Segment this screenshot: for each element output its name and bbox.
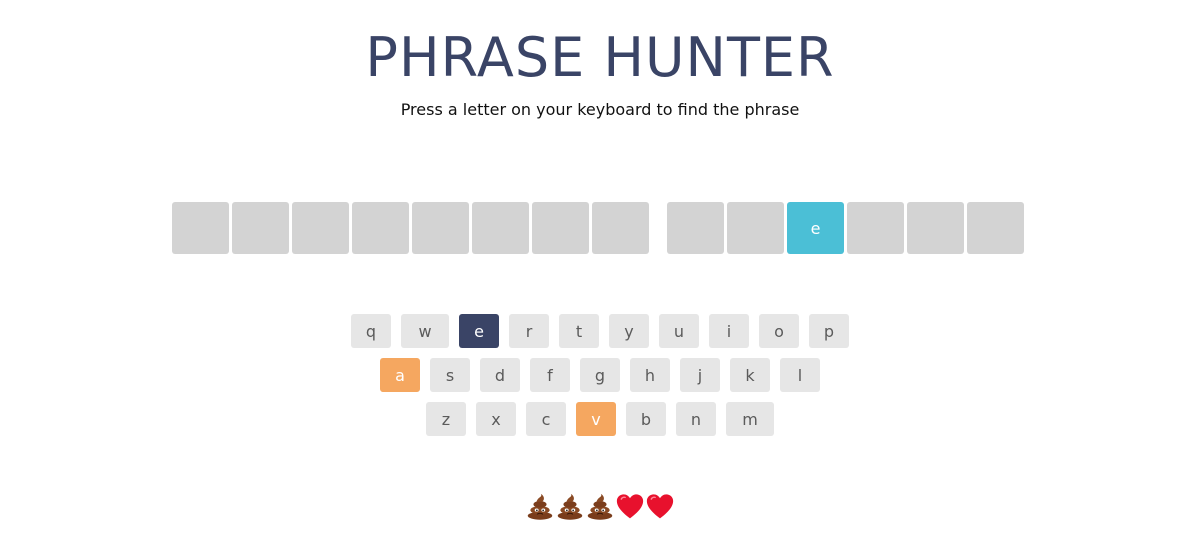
key-o[interactable]: o xyxy=(759,314,799,348)
key-u[interactable]: u xyxy=(659,314,699,348)
key-x[interactable]: x xyxy=(476,402,516,436)
key-s[interactable]: s xyxy=(430,358,470,392)
key-i[interactable]: i xyxy=(709,314,749,348)
key-t[interactable]: t xyxy=(559,314,599,348)
phrase-letter-hidden xyxy=(472,202,529,254)
keyboard-row: zxcvbnm xyxy=(0,402,1200,436)
phrase-letter-hidden xyxy=(907,202,964,254)
instructions-text: Press a letter on your keyboard to find … xyxy=(400,100,800,119)
phrase-board: e xyxy=(172,202,1027,254)
key-q[interactable]: q xyxy=(351,314,391,348)
phrase-letter-hidden xyxy=(967,202,1024,254)
key-v[interactable]: v xyxy=(576,402,616,436)
poop-icon xyxy=(526,493,554,521)
phrase-letter-hidden xyxy=(727,202,784,254)
heart-icon xyxy=(616,493,644,521)
phrase-letter-hidden xyxy=(352,202,409,254)
key-c[interactable]: c xyxy=(526,402,566,436)
key-b[interactable]: b xyxy=(626,402,666,436)
key-y[interactable]: y xyxy=(609,314,649,348)
key-l[interactable]: l xyxy=(780,358,820,392)
key-r[interactable]: r xyxy=(509,314,549,348)
key-k[interactable]: k xyxy=(730,358,770,392)
key-m[interactable]: m xyxy=(726,402,774,436)
keyboard-row: qwertyuiop xyxy=(0,314,1200,348)
phrase-letter-revealed: e xyxy=(787,202,844,254)
key-j[interactable]: j xyxy=(680,358,720,392)
key-a[interactable]: a xyxy=(380,358,420,392)
page-title: PHRASE HUNTER xyxy=(365,26,835,89)
key-h[interactable]: h xyxy=(630,358,670,392)
phrase-letter-hidden xyxy=(667,202,724,254)
phrase-letter-hidden xyxy=(412,202,469,254)
key-f[interactable]: f xyxy=(530,358,570,392)
key-g[interactable]: g xyxy=(580,358,620,392)
poop-icon xyxy=(586,493,614,521)
phrase-letter-hidden xyxy=(232,202,289,254)
phrase-letter-hidden xyxy=(592,202,649,254)
phrase-word: e xyxy=(667,202,1027,254)
lives-scoreboard xyxy=(0,493,1200,521)
phrase-letter-hidden xyxy=(532,202,589,254)
key-p[interactable]: p xyxy=(809,314,849,348)
key-w[interactable]: w xyxy=(401,314,449,348)
key-d[interactable]: d xyxy=(480,358,520,392)
key-n[interactable]: n xyxy=(676,402,716,436)
keyboard-row: asdfghjkl xyxy=(0,358,1200,392)
heart-icon xyxy=(646,493,674,521)
phrase-letter-hidden xyxy=(172,202,229,254)
key-e[interactable]: e xyxy=(459,314,499,348)
key-z[interactable]: z xyxy=(426,402,466,436)
phrase-word xyxy=(172,202,652,254)
onscreen-keyboard: qwertyuiop asdfghjkl zxcvbnm xyxy=(0,314,1200,446)
phrase-letter-hidden xyxy=(847,202,904,254)
poop-icon xyxy=(556,493,584,521)
phrase-letter-hidden xyxy=(292,202,349,254)
